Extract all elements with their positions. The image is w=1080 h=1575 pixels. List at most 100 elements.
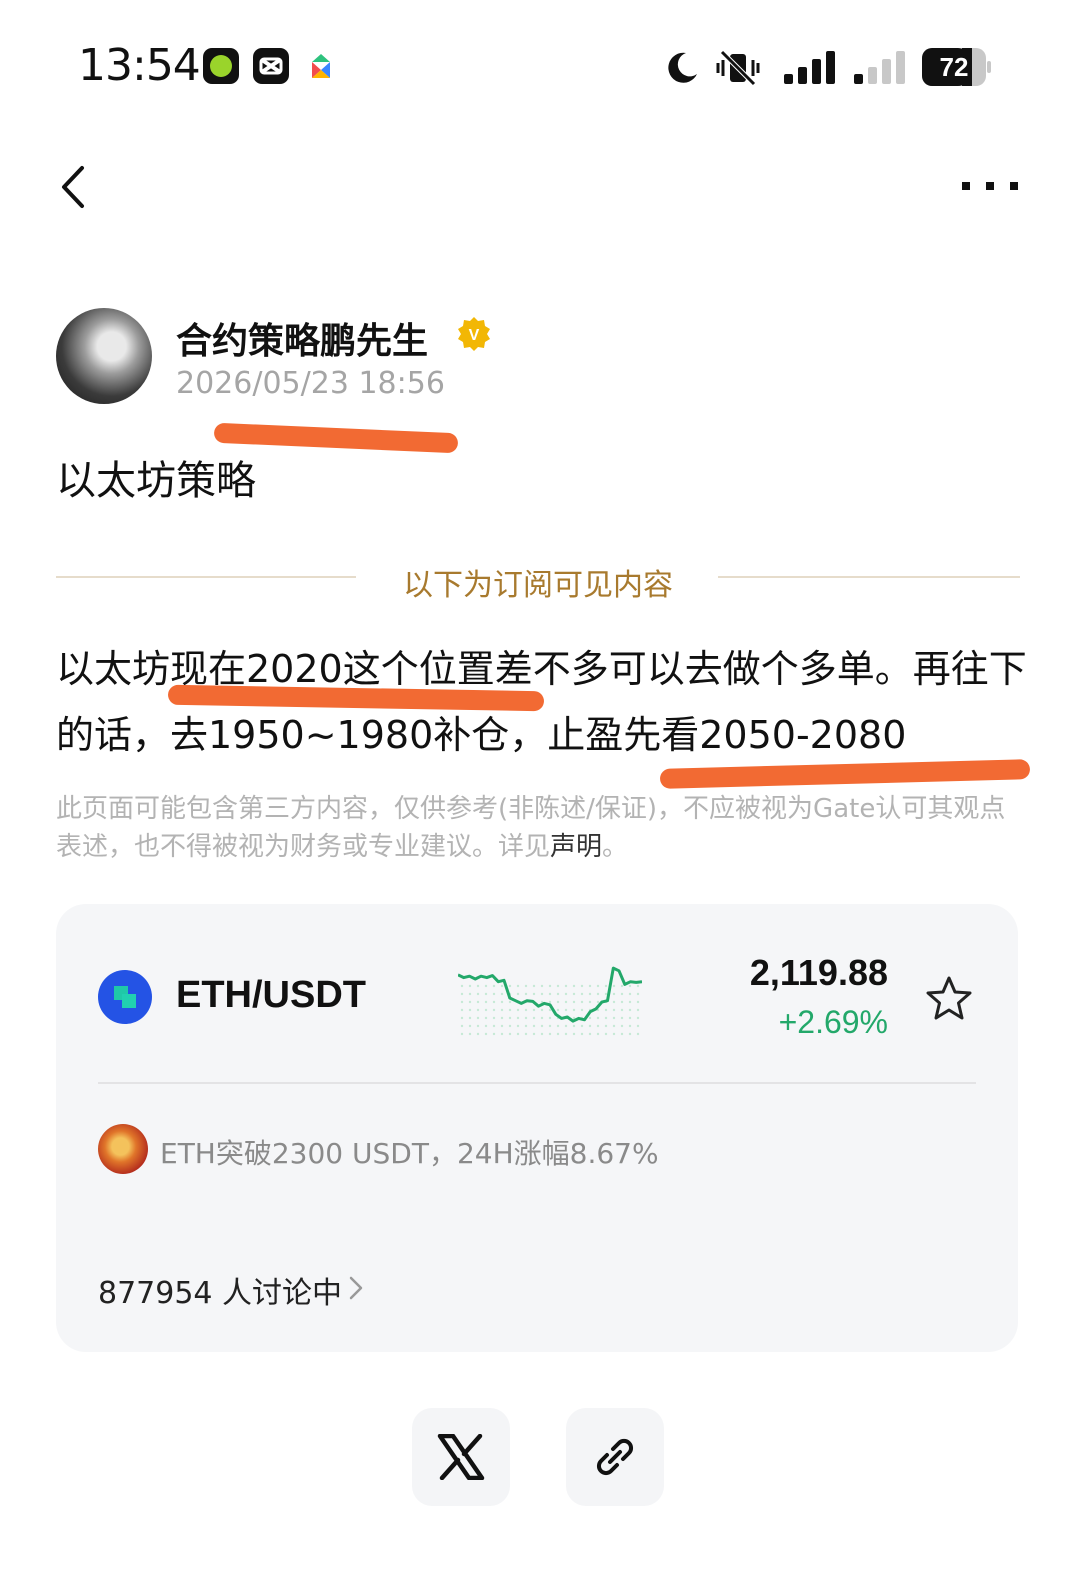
card-separator <box>98 1082 976 1084</box>
sparkline-grid-dot <box>588 1000 592 1004</box>
author-name[interactable]: 合约策略鹏先生 <box>176 312 428 364</box>
author-avatar[interactable] <box>56 308 152 404</box>
sparkline-grid-dot <box>636 984 640 988</box>
sparkline-grid-dot <box>532 984 536 988</box>
sparkline-grid-dot <box>500 1016 504 1020</box>
verified-badge-letter: V <box>469 327 480 344</box>
sparkline-grid-dot <box>532 1016 536 1020</box>
sparkline-grid-dot <box>516 1024 520 1028</box>
sparkline-grid-dot <box>548 1032 552 1036</box>
verified-badge-icon: V <box>458 317 490 351</box>
sparkline-grid-dot <box>556 1032 560 1036</box>
sparkline-grid-dot <box>556 1000 560 1004</box>
star-icon[interactable] <box>924 974 974 1024</box>
sparkline-grid-dot <box>492 1024 496 1028</box>
sparkline-grid-dot <box>508 1024 512 1028</box>
sparkline-grid-dot <box>540 1032 544 1036</box>
sparkline-grid-dot <box>548 1024 552 1028</box>
sparkline-grid-dot <box>596 1024 600 1028</box>
sparkline-grid-dot <box>468 992 472 996</box>
sparkline-grid-dot <box>524 984 528 988</box>
news-headline[interactable]: ETH突破2300 USDT，24H涨幅8.67% <box>160 1132 659 1172</box>
sparkline-grid-dot <box>548 984 552 988</box>
post-title: 以太坊策略 <box>56 458 256 504</box>
sparkline-grid-dot <box>596 1000 600 1004</box>
sparkline-grid-dot <box>548 1008 552 1012</box>
sparkline-grid-dot <box>580 992 584 996</box>
sparkline-grid-dot <box>604 1032 608 1036</box>
sparkline-grid-dot <box>540 992 544 996</box>
signal-icon <box>784 51 835 84</box>
sparkline-grid-dot <box>476 984 480 988</box>
sparkline-grid-dot <box>468 1000 472 1004</box>
moon-icon <box>668 52 697 83</box>
sparkline-grid-dot <box>468 1016 472 1020</box>
sparkline-grid-dot <box>468 1032 472 1036</box>
sparkline-grid-dot <box>596 1016 600 1020</box>
sparkline-grid-dot <box>628 992 632 996</box>
sparkline-grid-dot <box>636 1024 640 1028</box>
sparkline-grid-dot <box>484 1024 488 1028</box>
sparkline-grid-dot <box>636 992 640 996</box>
sparkline-grid-dot <box>508 1032 512 1036</box>
sparkline-grid-dot <box>580 1032 584 1036</box>
sparkline-grid-dot <box>564 1008 568 1012</box>
sparkline-grid-dot <box>484 984 488 988</box>
chevron-right-icon[interactable] <box>346 1274 366 1302</box>
sparkline-grid-dot <box>524 1008 528 1012</box>
sparkline-grid-dot <box>580 984 584 988</box>
sparkline-grid-dot <box>484 1008 488 1012</box>
sparkline-grid-dot <box>492 984 496 988</box>
back-icon[interactable] <box>52 160 92 214</box>
sparkline-grid-dot <box>516 1016 520 1020</box>
sparkline-grid-dot <box>516 1032 520 1036</box>
sparkline-grid-dot <box>484 1016 488 1020</box>
sparkline-grid-dot <box>620 984 624 988</box>
price-sparkline <box>458 966 642 1036</box>
sparkline-grid-dot <box>484 1000 488 1004</box>
sparkline-grid-dot <box>540 984 544 988</box>
sparkline-grid-dot <box>564 992 568 996</box>
disclaimer: 此页面可能包含第三方内容，仅供参考(非陈述/保证)，不应被视为Gate认可其观点… <box>56 790 1028 866</box>
copy-link-button[interactable] <box>566 1408 664 1506</box>
sparkline-grid-dot <box>580 1008 584 1012</box>
sparkline-grid-dot <box>612 1032 616 1036</box>
x-icon <box>437 1434 485 1480</box>
status-time: 13:54 <box>78 40 201 91</box>
sparkline-grid-dot <box>492 992 496 996</box>
sparkline-dots <box>460 984 640 1036</box>
sparkline-grid-dot <box>564 1032 568 1036</box>
sparkline-grid-dot <box>500 984 504 988</box>
sparkline-grid-dot <box>548 992 552 996</box>
sparkline-grid-dot <box>460 1000 464 1004</box>
sparkline-grid-dot <box>460 1008 464 1012</box>
sparkline-grid-dot <box>564 1000 568 1004</box>
sparkline-grid-dot <box>460 992 464 996</box>
sparkline-grid-dot <box>500 992 504 996</box>
sparkline-grid-dot <box>516 1008 520 1012</box>
sparkline-grid-dot <box>588 1024 592 1028</box>
sparkline-grid-dot <box>524 992 528 996</box>
sparkline-grid-dot <box>588 1032 592 1036</box>
discussion-count[interactable]: 877954 人讨论中 <box>98 1268 342 1312</box>
sparkline-grid-dot <box>468 1008 472 1012</box>
sparkline-grid-dot <box>556 992 560 996</box>
more-icon[interactable] <box>956 170 1026 200</box>
share-x-button[interactable] <box>412 1408 510 1506</box>
sparkline-grid-dot <box>476 1016 480 1020</box>
sparkline-grid-dot <box>492 1016 496 1020</box>
sparkline-grid-dot <box>612 1000 616 1004</box>
sparkline-grid-dot <box>604 1008 608 1012</box>
sparkline-grid-dot <box>548 1000 552 1004</box>
sparkline-grid-dot <box>476 1000 480 1004</box>
sparkline-grid-dot <box>532 992 536 996</box>
sparkline-grid-dot <box>580 1000 584 1004</box>
sparkline-grid-dot <box>524 1024 528 1028</box>
sparkline-grid-dot <box>628 1008 632 1012</box>
sparkline-grid-dot <box>604 1024 608 1028</box>
trading-pair[interactable]: ETH/USDT <box>176 974 366 1017</box>
sparkline-grid-dot <box>460 1016 464 1020</box>
sparkline-grid-dot <box>588 984 592 988</box>
sparkline-grid-dot <box>540 1024 544 1028</box>
disclaimer-link[interactable]: 声明 <box>550 832 602 862</box>
